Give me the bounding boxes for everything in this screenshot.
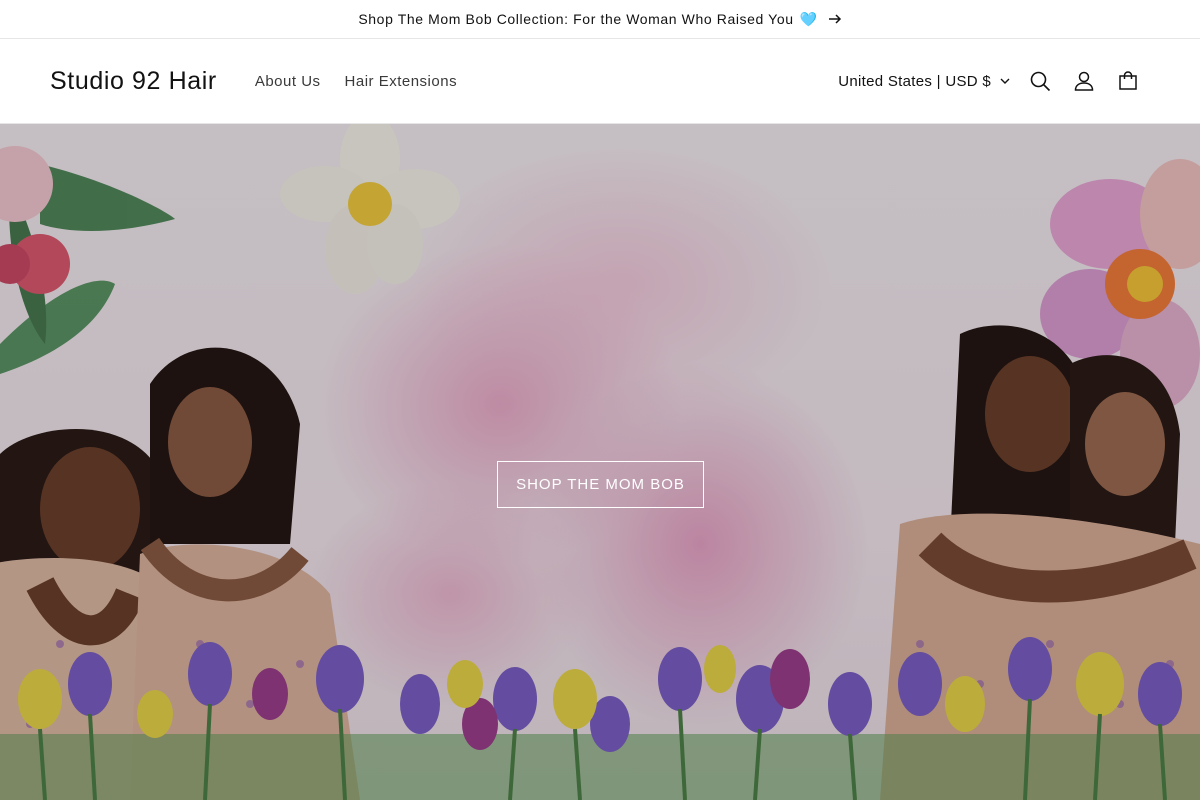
heart-emoji: 🩵 [799,10,818,27]
main-nav: About Us Hair Extensions [243,65,469,98]
announcement-bar[interactable]: Shop The Mom Bob Collection: For the Wom… [0,0,1200,39]
hero-banner: SHOP THE MOM BOB [0,124,1200,800]
arrow-right-icon[interactable] [828,14,842,24]
locale-label: United States | USD $ [838,72,991,90]
account-icon [1074,71,1094,91]
cart-button[interactable] [1106,59,1150,103]
site-header: Studio 92 Hair About Us Hair Extensions … [0,39,1200,124]
search-button[interactable] [1018,59,1062,103]
chevron-down-icon [1000,78,1010,84]
country-currency-selector[interactable]: United States | USD $ [838,73,1010,90]
site-logo[interactable]: Studio 92 Hair [50,67,217,96]
announcement-text: Shop The Mom Bob Collection: For the Wom… [358,11,794,27]
shop-the-mom-bob-button[interactable]: SHOP THE MOM BOB [497,461,704,508]
nav-about-us[interactable]: About Us [243,65,333,98]
search-icon [1030,71,1050,91]
cart-icon [1119,71,1137,90]
nav-hair-extensions[interactable]: Hair Extensions [333,65,470,98]
header-actions: United States | USD $ [838,59,1150,103]
account-button[interactable] [1062,59,1106,103]
